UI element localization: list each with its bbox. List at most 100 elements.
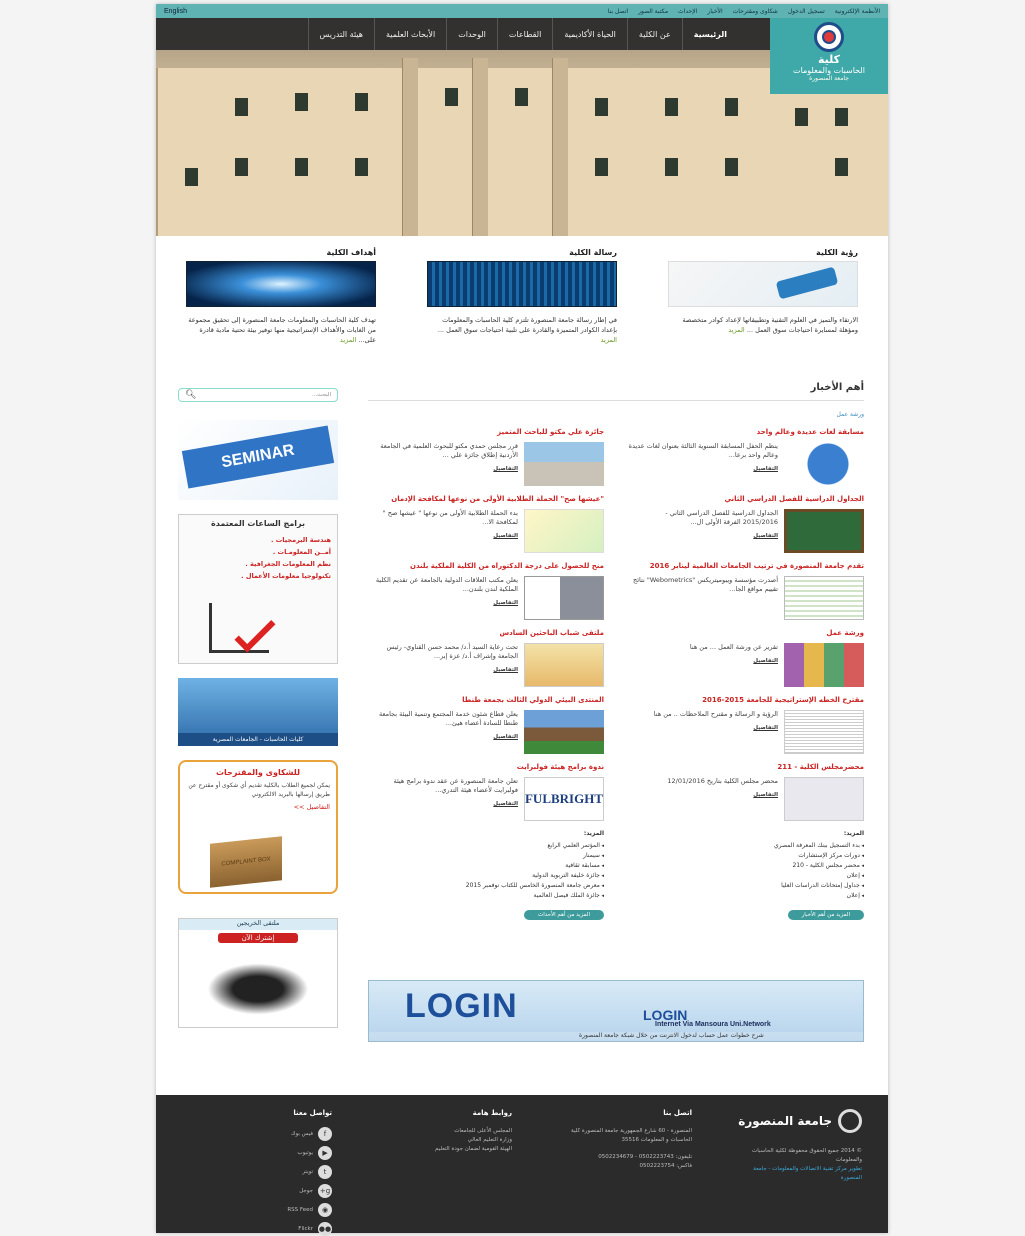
social-twitter[interactable]: t تويتر: [182, 1165, 332, 1179]
kings-college-thumb[interactable]: [524, 576, 604, 620]
nav-research[interactable]: الأبحاث العلمية: [374, 18, 446, 50]
details-link[interactable]: التفاصيل: [654, 725, 778, 731]
flickr-icon: ●●: [318, 1222, 332, 1236]
news-category[interactable]: ورشة عمل: [368, 411, 864, 418]
news-item: المنتدى البيئي الدولي الثالث بجمعة طنطا …: [368, 696, 604, 754]
rss-icon: ◉: [318, 1203, 332, 1217]
subscribe-button[interactable]: إشترك الآن: [218, 933, 298, 943]
more-link[interactable]: المزيد: [340, 336, 356, 344]
nav-academic[interactable]: الحياة الأكاديمية: [552, 18, 627, 50]
youtube-icon: ▶: [318, 1146, 332, 1160]
news-item: ملتقى شباب الباحثين السادس تحت رعاية الس…: [368, 629, 604, 687]
details-link[interactable]: التفاصيل: [690, 658, 778, 664]
graduates-box[interactable]: ملتقى الخريجين إشترك الآن: [178, 918, 338, 1028]
footer-links: روابط هامة المجلس الأعلى للجامعات وزارة …: [435, 1109, 512, 1152]
nav-units[interactable]: الوحدات: [446, 18, 497, 50]
footer-brand: جامعة المنصورة © 2014 جميع الحقوق محفوظة…: [732, 1109, 862, 1233]
search-icon[interactable]: 🔍︎: [185, 390, 196, 400]
more-news-button[interactable]: المزيد من أهم الأخبار: [787, 910, 864, 920]
top-link-complaints[interactable]: شكاوى ومقترحات: [733, 8, 778, 15]
more-events-button[interactable]: المزيد من أهم الأحداث: [524, 910, 604, 920]
top-link-events[interactable]: الإحداث: [678, 8, 697, 15]
college-logo[interactable]: كلية الحاسبات والمعلومات جامعة المنصورة: [770, 18, 888, 94]
binary-image: [427, 261, 617, 307]
details-link[interactable]: التفاصيل: [368, 533, 518, 539]
news-item: "عيشها صح" الحملة الطلابية الأولى من نوع…: [368, 495, 604, 553]
nav-home[interactable]: الرئيسية: [681, 18, 738, 50]
footer: تواصل معنا f فيس بوك ▶ يوتيوب t تويتر g+ جوج…: [156, 1095, 888, 1236]
credit-hours-box[interactable]: برامج الساعات المعتمدة هندسة البرمجيات .…: [178, 514, 338, 664]
nav-about[interactable]: عن الكلية: [626, 18, 682, 50]
colleges-banner[interactable]: كليات الحاسبات - الجامعات المصرية: [178, 678, 338, 746]
details-link[interactable]: التفاصيل: [368, 734, 518, 740]
fulbright-thumb[interactable]: FULBRIGHT: [524, 777, 604, 821]
news-item: مسابقة لغات عديدة وعالم واحد ينظم الحفل …: [628, 428, 864, 486]
login-big-text: LOGIN: [405, 987, 518, 1025]
news-item: مقترح الخطه الإستراتيجية للجامعة 2015-20…: [628, 696, 864, 754]
details-link[interactable]: التفاصيل: [368, 466, 518, 472]
details-link[interactable]: التفاصيل: [667, 792, 778, 798]
complaints-details-link[interactable]: التفاصيل >>: [186, 803, 330, 811]
social-google[interactable]: g+ جوجل: [182, 1184, 332, 1198]
tables-thumb[interactable]: [784, 509, 864, 553]
feature-title: رسالة الكلية: [569, 248, 617, 257]
details-link[interactable]: التفاصيل: [368, 667, 518, 673]
login-banner[interactable]: LOGIN LOGIN Internet Via Mansoura Uni.Ne…: [368, 980, 864, 1042]
globe-thumb[interactable]: [784, 442, 864, 486]
facebook-icon: f: [318, 1127, 332, 1141]
complaint-box-icon: COMPLAINT BOX: [210, 836, 282, 888]
footer-social: تواصل معنا f فيس بوك ▶ يوتيوب t تويتر g+ جوج…: [182, 1109, 332, 1236]
details-link[interactable]: التفاصيل: [628, 533, 778, 539]
google-plus-icon: g+: [318, 1184, 332, 1198]
social-rss[interactable]: ◉ RSS Feed: [182, 1203, 332, 1217]
news-item: ورشة عمل تقرير عن ورشة العمل ... من هنا ا…: [628, 629, 864, 687]
page: الأنظمة الإلكترونية تسجيل الدخول شكاوى و…: [156, 4, 888, 1236]
social-youtube[interactable]: ▶ يوتيوب: [182, 1146, 332, 1160]
details-link[interactable]: التفاصيل: [628, 466, 778, 472]
main-content: أهم الأخبار ورشة عمل مسابقة لغات عديدة و…: [156, 376, 888, 1042]
poster-thumb[interactable]: [524, 643, 604, 687]
document-thumb[interactable]: [784, 710, 864, 754]
feature-goals: أهداف الكلية تهدف كلية الحاسبات والمعلوم…: [186, 248, 376, 376]
news-item: جائزة علي مكتو للباحث المتميز قرر مجلس ح…: [368, 428, 604, 486]
logos-thumb[interactable]: [784, 643, 864, 687]
campaign-thumb[interactable]: [524, 509, 604, 553]
emblem-icon: [814, 22, 844, 52]
seminar-banner[interactable]: SEMINAR: [178, 420, 338, 500]
webometrics-thumb[interactable]: [784, 576, 864, 620]
search-box[interactable]: البحث... 🔍︎: [178, 388, 338, 402]
nav-sectors[interactable]: القطاعات: [496, 18, 552, 50]
top-link-news[interactable]: الأخبار: [707, 8, 722, 15]
social-facebook[interactable]: f فيس بوك: [182, 1127, 332, 1141]
top-link-gallery[interactable]: مكتبة الصور: [638, 8, 668, 15]
minutes-thumb[interactable]: [784, 777, 864, 821]
more-link[interactable]: المزيد: [601, 336, 617, 344]
news-item: منح للحصول على درجة الدكتوراه من الكلية …: [368, 562, 604, 620]
feature-title: رؤية الكلية: [816, 248, 858, 257]
news-section: أهم الأخبار ورشة عمل مسابقة لغات عديدة و…: [368, 376, 864, 1042]
news-column-left: جائزة علي مكتو للباحث المتميز قرر مجلس ح…: [368, 428, 604, 920]
details-link[interactable]: التفاصيل: [368, 600, 518, 606]
top-link-login[interactable]: تسجيل الدخول: [788, 8, 825, 15]
search-input[interactable]: البحث...: [312, 392, 331, 398]
city-thumb[interactable]: [524, 710, 604, 754]
building-thumb[interactable]: [524, 442, 604, 486]
hero-banner: الرئيسية عن الكلية الحياة الأكاديمية الق…: [156, 18, 888, 236]
top-link-eservices[interactable]: الأنظمة الإلكترونية: [835, 8, 880, 15]
cable-image: [668, 261, 858, 307]
university-emblem-icon: [838, 1109, 862, 1133]
feature-title: أهداف الكلية: [326, 248, 376, 257]
english-link[interactable]: English: [164, 8, 187, 15]
news-heading: أهم الأخبار: [368, 382, 864, 401]
news-column-right: مسابقة لغات عديدة وعالم واحد ينظم الحفل …: [628, 428, 864, 920]
nav-faculty[interactable]: هيئة التدريس: [307, 18, 374, 50]
more-news-list: المزيد: بدء التسجيل ببنك المعرفة المصري …: [628, 830, 864, 920]
sidebar: البحث... 🔍︎ SEMINAR برامج الساعات المعتم…: [178, 376, 338, 1042]
feature-mission: رسالة الكلية في إطار رسالة جامعة المنصور…: [427, 248, 617, 376]
complaints-box[interactable]: للشكاوى والمقترحات يمكن لجميع الطلاب بال…: [178, 760, 338, 894]
social-flickr[interactable]: ●● Flickr: [182, 1222, 332, 1236]
top-link-contact[interactable]: اتصل بنا: [608, 8, 628, 15]
details-link[interactable]: التفاصيل: [368, 801, 518, 807]
more-link[interactable]: المزيد: [728, 326, 744, 334]
top-links-bar: الأنظمة الإلكترونية تسجيل الدخول شكاوى و…: [156, 4, 888, 18]
